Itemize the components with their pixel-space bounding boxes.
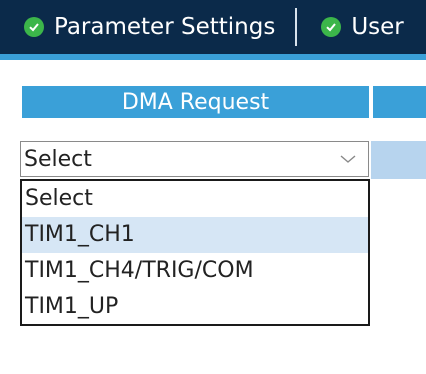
- tab-bar: Parameter Settings User: [0, 0, 426, 54]
- column-header-dma-request: DMA Request: [22, 86, 369, 118]
- table-cell: [371, 141, 426, 179]
- dropdown-list: Select TIM1_CH1 TIM1_CH4/TRIG/COM TIM1_U…: [20, 179, 370, 326]
- chevron-down-icon: [340, 155, 356, 163]
- tab-underline: [0, 54, 426, 60]
- page: Parameter Settings User DMA Request Sele…: [0, 0, 426, 374]
- dropdown-option[interactable]: TIM1_CH4/TRIG/COM: [22, 253, 368, 289]
- dma-request-select[interactable]: Select: [20, 141, 369, 177]
- select-value: Select: [24, 146, 92, 172]
- tab-label: Parameter Settings: [54, 14, 276, 40]
- tab-label: User: [351, 14, 404, 40]
- tab-user[interactable]: User: [297, 0, 404, 54]
- check-circle-icon: [24, 17, 44, 37]
- tab-parameter-settings[interactable]: Parameter Settings: [0, 0, 295, 54]
- column-header: [373, 86, 426, 118]
- dropdown-option[interactable]: TIM1_UP: [22, 289, 368, 325]
- dropdown-option[interactable]: Select: [22, 181, 368, 217]
- dropdown-option[interactable]: TIM1_CH1: [22, 217, 368, 253]
- check-circle-icon: [321, 17, 342, 37]
